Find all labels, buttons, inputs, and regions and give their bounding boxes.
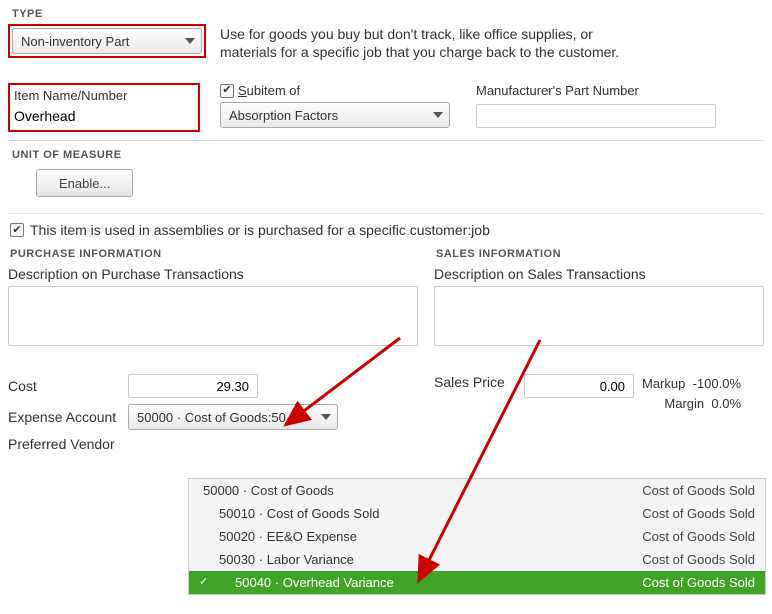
dropdown-item[interactable]: 50040 · Overhead VarianceCost of Goods S… (189, 571, 765, 594)
cost-input[interactable] (128, 374, 258, 398)
type-select-value: Non-inventory Part (21, 34, 129, 49)
purchase-desc-label: Description on Purchase Transactions (8, 266, 418, 282)
chevron-down-icon (433, 112, 443, 118)
vendor-label: Preferred Vendor (8, 436, 128, 452)
item-name-label: Item Name/Number (14, 88, 194, 103)
sales-price-label: Sales Price (434, 374, 524, 390)
type-select[interactable]: Non-inventory Part (12, 28, 202, 54)
purchase-desc-textarea[interactable] (8, 286, 418, 346)
dropdown-item[interactable]: 50030 · Labor VarianceCost of Goods Sold (189, 548, 765, 571)
subitem-select[interactable]: Absorption Factors (220, 102, 450, 128)
enable-button[interactable]: Enable... (36, 169, 133, 197)
dropdown-item[interactable]: 50010 · Cost of Goods SoldCost of Goods … (189, 502, 765, 525)
mfr-label: Manufacturer's Part Number (476, 83, 726, 98)
sales-price-input[interactable] (524, 374, 634, 398)
markup-value: -100.0% (693, 376, 741, 391)
chevron-down-icon (185, 38, 195, 44)
assembly-text: This item is used in assemblies or is pu… (30, 222, 490, 238)
type-section-label: TYPE (12, 8, 764, 20)
expense-account-select[interactable]: 50000 · Cost of Goods:50 (128, 404, 338, 430)
expense-label: Expense Account (8, 409, 128, 425)
uom-label: UNIT OF MEASURE (12, 149, 764, 161)
markup-label: Markup (642, 376, 685, 391)
expense-account-dropdown[interactable]: 50000 · Cost of GoodsCost of Goods Sold5… (188, 478, 766, 595)
sales-desc-textarea[interactable] (434, 286, 764, 346)
sales-header: SALES INFORMATION (436, 248, 764, 260)
subitem-checkbox[interactable] (220, 84, 234, 98)
mfr-input[interactable] (476, 104, 716, 128)
chevron-down-icon (321, 414, 331, 420)
cost-label: Cost (8, 378, 128, 394)
purchase-header: PURCHASE INFORMATION (10, 248, 418, 260)
dropdown-item[interactable]: 50020 · EE&O ExpenseCost of Goods Sold (189, 525, 765, 548)
subitem-select-value: Absorption Factors (229, 108, 338, 123)
type-description: Use for goods you buy but don't track, l… (220, 24, 650, 61)
dropdown-item[interactable]: 50000 · Cost of GoodsCost of Goods Sold (189, 479, 765, 502)
margin-value: 0.0% (711, 396, 741, 411)
expense-select-value: 50000 · Cost of Goods:50 (137, 410, 286, 425)
margin-label: Margin (664, 396, 704, 411)
item-name-input[interactable] (14, 105, 189, 127)
subitem-label: Subitem of (238, 83, 300, 98)
sales-desc-label: Description on Sales Transactions (434, 266, 764, 282)
assembly-checkbox[interactable] (10, 223, 24, 237)
